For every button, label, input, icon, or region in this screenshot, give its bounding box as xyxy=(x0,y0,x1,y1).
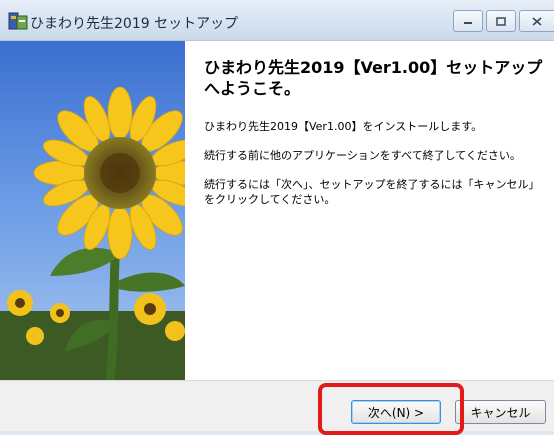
next-button-highlight xyxy=(318,383,464,435)
maximize-button[interactable] xyxy=(486,10,516,32)
cancel-button[interactable]: キャンセル xyxy=(455,400,546,424)
install-description: ひまわり先生2019【Ver1.00】をインストールします。 xyxy=(204,120,483,133)
button-bar: 次へ(N) > キャンセル xyxy=(0,380,554,431)
installer-app-icon xyxy=(8,12,28,30)
continue-instruction: 続行するには「次へ」、セットアップを終了するには「キャンセル」をクリックしてくだ… xyxy=(204,178,540,206)
sunflower-image xyxy=(0,41,185,380)
content-area: ひまわり先生2019【Ver1.00】セットアップへようこそ。 ひまわり先生20… xyxy=(0,41,554,380)
title-bar: ひまわり先生2019 セットアップ xyxy=(0,0,554,41)
close-button[interactable] xyxy=(519,10,554,32)
welcome-heading: ひまわり先生2019【Ver1.00】セットアップへようこそ。 xyxy=(204,58,543,98)
setup-window: ひまわり先生2019 セットアップ ひまわり先生2019【Ver1.00】セット… xyxy=(0,0,554,435)
maximize-icon xyxy=(496,16,506,26)
minimize-icon xyxy=(464,22,472,24)
window-controls xyxy=(450,10,554,32)
window-title: ひまわり先生2019 セットアップ xyxy=(30,16,239,32)
close-icon xyxy=(532,16,542,26)
close-apps-instruction: 続行する前に他のアプリケーションをすべて終了してください。 xyxy=(204,149,521,162)
minimize-button[interactable] xyxy=(453,10,483,32)
